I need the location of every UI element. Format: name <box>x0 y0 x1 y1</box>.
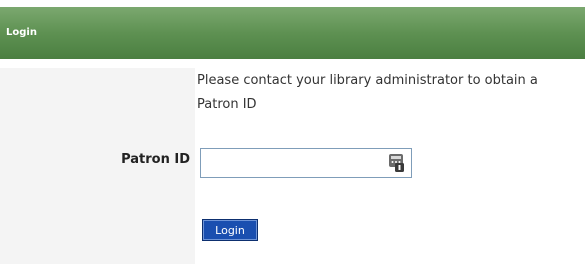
patron-id-label: Patron ID <box>121 152 190 167</box>
patron-id-field[interactable] <box>200 148 412 178</box>
keypad-icon[interactable] <box>388 153 406 173</box>
header-title: Login <box>6 27 37 38</box>
page-header: Login <box>0 7 585 59</box>
login-button[interactable]: Login <box>202 219 258 241</box>
instructions-text: Please contact your library administrato… <box>197 73 538 112</box>
patron-id-input[interactable] <box>201 149 381 177</box>
